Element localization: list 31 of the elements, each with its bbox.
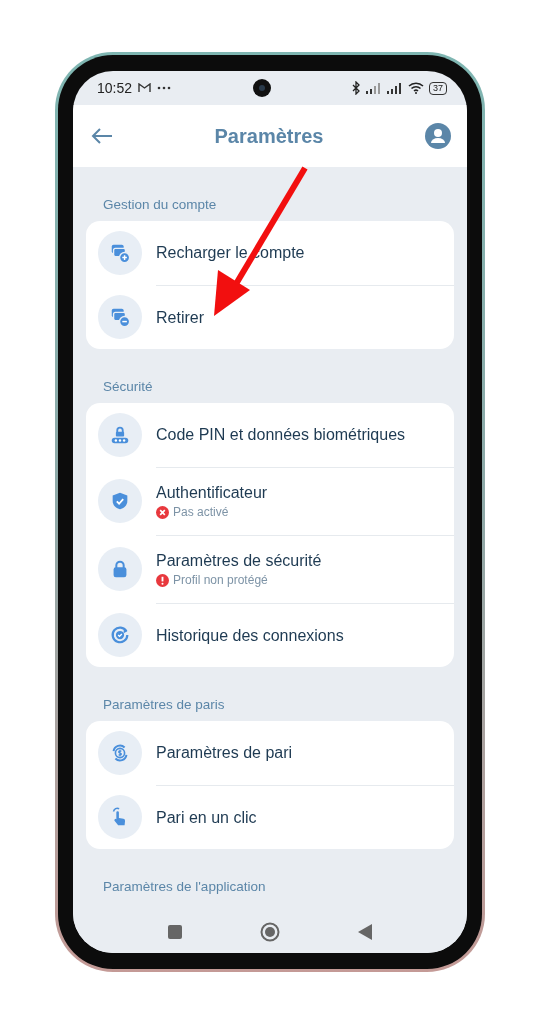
more-icon: [157, 86, 172, 90]
page-title: Paramètres: [213, 124, 325, 148]
home-icon[interactable]: [260, 922, 280, 942]
status-time: 10:52: [97, 80, 133, 96]
battery-indicator: 37: [429, 81, 447, 95]
camera-hole: [252, 79, 271, 97]
signal-icon: [387, 82, 403, 94]
history-check-icon: [109, 624, 131, 646]
section-title: Sécurité: [102, 378, 154, 396]
section-title: Paramètres de paris: [102, 696, 226, 714]
section-title: Paramètres de l'application: [102, 878, 267, 896]
mail-icon: [138, 83, 152, 93]
settings-item[interactable]: Paramètres de sécurité: [156, 552, 454, 570]
section-title: Gestion du compte: [102, 196, 218, 214]
lock-keypad-icon: [109, 424, 131, 446]
wifi-icon: [408, 82, 424, 94]
status-text: Pas activé: [173, 505, 229, 519]
back-arrow-icon[interactable]: [91, 127, 113, 145]
settings-item[interactable]: Authentificateur: [156, 484, 454, 502]
card-minus-icon: [109, 306, 131, 328]
settings-item[interactable]: Pari en un clic: [156, 808, 454, 827]
status-text: Profil non protégé: [173, 573, 268, 587]
back-icon[interactable]: [358, 924, 372, 940]
signal-icon: [366, 82, 382, 94]
bluetooth-icon: [352, 81, 361, 95]
settings-item[interactable]: Paramètres de pari: [156, 744, 454, 762]
profile-icon[interactable]: [425, 123, 451, 149]
card-plus-icon: [109, 242, 131, 264]
settings-item[interactable]: Retirer: [156, 308, 454, 327]
settings-item[interactable]: Historique des connexions: [156, 626, 454, 645]
settings-item[interactable]: Code PIN et données biométriques: [156, 426, 454, 444]
